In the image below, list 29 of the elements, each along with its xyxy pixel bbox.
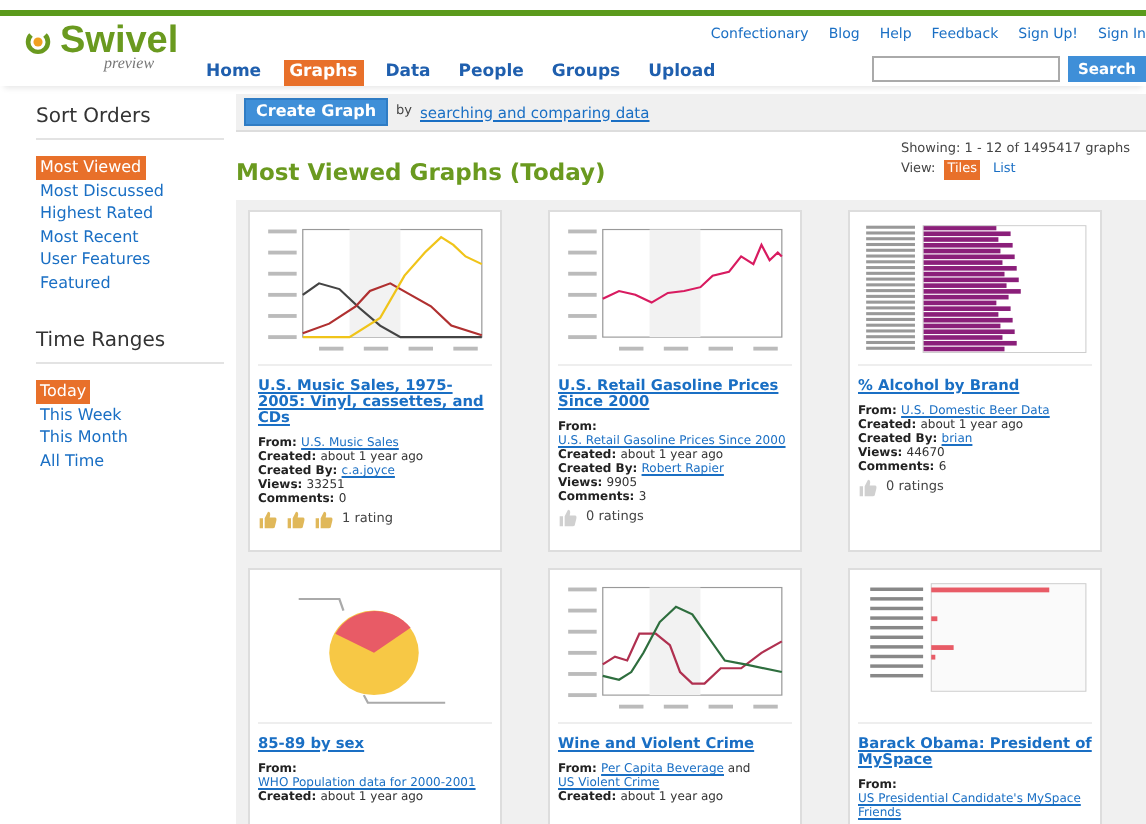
thumbs-up-icon [314, 510, 334, 531]
nav-tab[interactable]: Data [379, 59, 437, 86]
nav-tab[interactable]: Home [200, 59, 268, 86]
sidebar-link[interactable]: This Month [36, 426, 132, 449]
sidebar-link[interactable]: User Features [36, 248, 155, 271]
sidebar-link[interactable]: Highest Rated [36, 202, 158, 225]
search-field[interactable] [871, 56, 1060, 82]
sidebar-heading: Time Ranges [36, 326, 224, 364]
thumbs-up-icon [858, 477, 878, 498]
nav-tab[interactable]: Groups [545, 59, 627, 86]
page-title: Most Viewed Graphs (Today) [236, 156, 606, 191]
sidebar-link[interactable]: Most Discussed [36, 179, 168, 202]
nav-tab[interactable]: People [452, 59, 530, 86]
create-graph-button[interactable]: Create Graph [244, 98, 389, 127]
sidebar-link[interactable]: Most Viewed [36, 156, 146, 179]
sidebar-link[interactable]: All Time [36, 449, 109, 472]
sidebar-link[interactable]: Featured [36, 271, 115, 294]
nav-tab[interactable]: Graphs [283, 59, 364, 86]
sidebar-link[interactable]: Today [36, 380, 91, 403]
sidebar-heading: Sort Orders [36, 102, 224, 140]
thumbs-up-icon [258, 510, 278, 531]
sidebar-link[interactable]: Most Recent [36, 225, 143, 248]
logo-icon [24, 27, 52, 55]
thumbs-up-icon [286, 510, 306, 531]
sidebar-link[interactable]: This Week [36, 403, 126, 426]
nav-tab[interactable]: Upload [642, 59, 722, 86]
logo-tagline: preview [104, 56, 157, 72]
thumbs-up-icon [558, 508, 578, 529]
logo-name[interactable]: Swivel [60, 22, 179, 60]
